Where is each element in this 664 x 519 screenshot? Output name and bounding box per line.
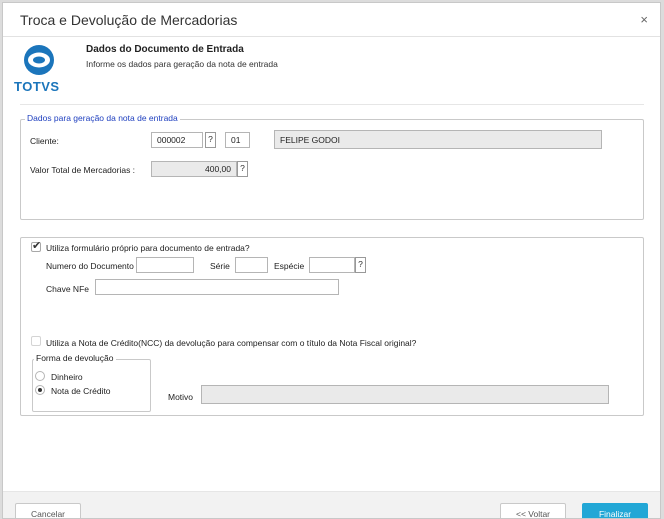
ncc-checkbox[interactable] [31, 336, 41, 346]
finish-button[interactable]: Finalizar [582, 503, 648, 518]
cliente-loja-field[interactable]: 01 [225, 132, 250, 148]
own-form-label: Utiliza formulário próprio para document… [46, 243, 250, 253]
page-title: Dados do Documento de Entrada [86, 44, 244, 55]
entry-data-legend: Dados para geração da nota de entrada [25, 113, 180, 123]
cancel-button[interactable]: Cancelar [15, 503, 81, 518]
serie-field[interactable] [235, 257, 268, 273]
header-divider [20, 104, 644, 105]
dialog-title: Troca e Devolução de Mercadorias [20, 12, 238, 28]
document-number-field[interactable] [136, 257, 194, 273]
credit-note-radio-label: Nota de Crédito [51, 386, 111, 396]
valor-lookup-button[interactable]: ? [237, 161, 248, 177]
especie-label: Espécie [274, 261, 305, 271]
ncc-label: Utiliza a Nota de Crédito(NCC) da devolu… [46, 338, 417, 348]
valor-total-label: Valor Total de Mercadorias : [30, 165, 136, 175]
document-number-label: Numero do Documento [46, 261, 134, 271]
chave-nfe-label: Chave NFe [46, 284, 89, 294]
back-button[interactable]: << Voltar [500, 503, 566, 518]
dialog-footer: Cancelar << Voltar Finalizar [3, 491, 660, 518]
dialog-titlebar: Troca e Devolução de Mercadorias × [3, 3, 660, 37]
cliente-lookup-button[interactable]: ? [205, 132, 216, 148]
dialog-window: Troca e Devolução de Mercadorias × TOTVS… [2, 2, 661, 519]
cliente-label: Cliente: [30, 136, 59, 146]
serie-label: Série [210, 261, 230, 271]
chave-nfe-field[interactable] [95, 279, 339, 295]
motivo-field[interactable] [201, 385, 609, 404]
especie-lookup-button[interactable]: ? [355, 257, 366, 273]
close-icon[interactable]: × [640, 12, 648, 27]
cliente-name-field: FELIPE GODOI [274, 130, 602, 149]
own-form-checkbox[interactable] [31, 239, 41, 252]
page-subtitle: Informe os dados para geração da nota de… [86, 59, 278, 69]
totvs-logo-text: TOTVS [14, 79, 60, 94]
valor-total-field: 400,00 [151, 161, 237, 177]
cash-radio-label: Dinheiro [51, 372, 83, 382]
credit-note-radio[interactable] [35, 385, 45, 395]
cash-radio[interactable] [35, 371, 45, 381]
especie-field[interactable] [309, 257, 355, 273]
cliente-code-field[interactable]: 000002 [151, 132, 203, 148]
motivo-label: Motivo [168, 392, 194, 402]
refund-method-legend: Forma de devolução [34, 353, 116, 363]
